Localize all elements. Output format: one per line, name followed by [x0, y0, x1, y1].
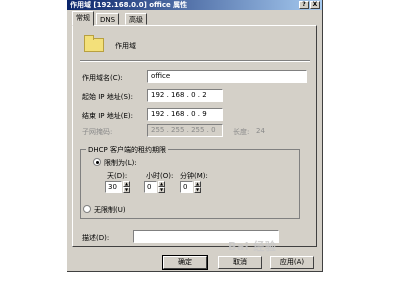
start-ip-input[interactable]: 192 . 168 . 0 . 2	[147, 89, 223, 102]
close-button[interactable]: X	[310, 1, 320, 9]
description-label: 描述(D):	[82, 234, 110, 242]
dialog-title: 作用域 [192.168.0.0] office 属性	[70, 1, 188, 9]
minutes-down-arrow-icon[interactable]: ▼	[194, 187, 201, 193]
tab-general[interactable]: 常规	[72, 11, 94, 26]
limited-radio[interactable]	[93, 158, 101, 166]
help-button[interactable]: ?	[299, 1, 309, 9]
subnet-mask-input: 255 . 255 . 255 . 0	[147, 124, 223, 137]
hours-down-arrow-icon[interactable]: ▼	[158, 187, 165, 193]
scope-properties-dialog: 作用域 [192.168.0.0] office 属性 ? X 常规 DNS 高…	[67, 0, 323, 272]
scope-name-label: 作用域名(C):	[82, 74, 123, 82]
separator	[80, 60, 310, 62]
days-down-arrow-icon[interactable]: ▼	[123, 187, 130, 193]
scope-header-name: 作用域	[115, 42, 136, 50]
hours-input[interactable]: 0	[144, 181, 157, 193]
hours-label: 小时(O):	[146, 172, 174, 180]
length-label: 长度:	[233, 128, 250, 136]
baidu-watermark: Bai 经验	[228, 240, 277, 253]
end-ip-label: 结束 IP 地址(E):	[82, 112, 133, 120]
minutes-label: 分钟(M):	[180, 172, 208, 180]
tab-dns[interactable]: DNS	[96, 13, 120, 25]
limited-radio-label[interactable]: 限制为(L):	[104, 158, 137, 168]
tab-advanced[interactable]: 高级	[125, 13, 147, 25]
unlimited-radio-label[interactable]: 无限制(U)	[94, 205, 126, 215]
ok-button[interactable]: 确定	[162, 255, 208, 270]
days-label: 天(D):	[107, 172, 128, 180]
folder-icon	[84, 35, 104, 52]
unlimited-radio[interactable]	[83, 205, 91, 213]
title-bar[interactable]: 作用域 [192.168.0.0] office 属性 ? X	[67, 0, 322, 10]
cancel-button[interactable]: 取消	[218, 256, 262, 269]
end-ip-input[interactable]: 192 . 168 . 0 . 9	[147, 108, 223, 121]
scope-name-input[interactable]: office	[147, 70, 307, 83]
days-input[interactable]: 30	[105, 181, 122, 193]
subnet-mask-label: 子网掩码:	[82, 128, 113, 136]
lease-group-title: DHCP 客户端的租约期限	[86, 145, 168, 155]
length-value: 24	[256, 127, 265, 135]
apply-button[interactable]: 应用(A)	[270, 256, 314, 269]
start-ip-label: 起始 IP 地址(S):	[82, 93, 133, 101]
minutes-input[interactable]: 0	[180, 181, 193, 193]
